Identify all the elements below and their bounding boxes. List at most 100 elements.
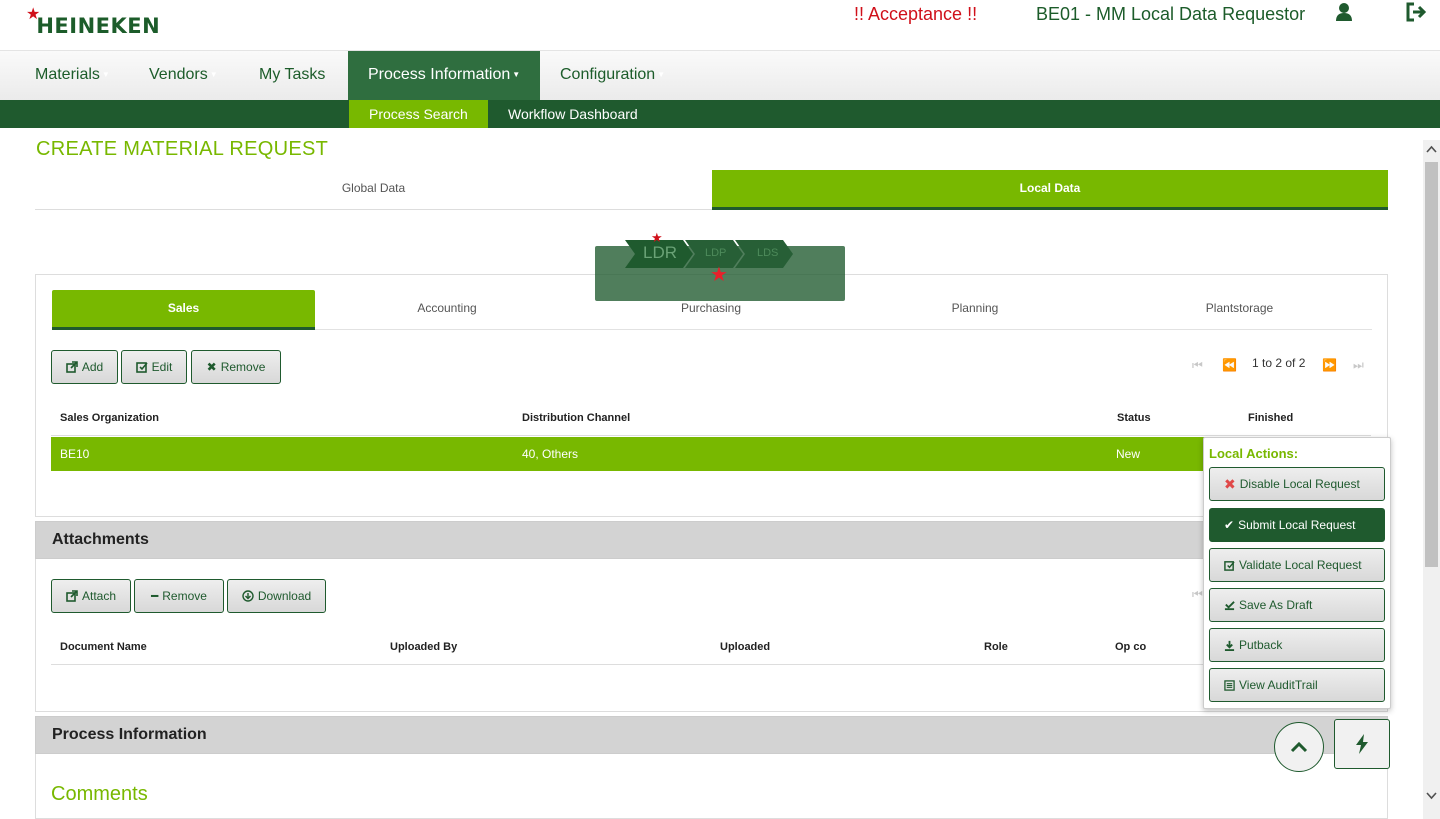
caret-down-icon: ▼ (657, 70, 666, 79)
tab-sales[interactable]: Sales (52, 290, 315, 330)
download-button[interactable]: Download (227, 579, 326, 613)
prev-page-icon[interactable]: ⏪ (1222, 359, 1237, 371)
submenu-workflow-dashboard[interactable]: Workflow Dashboard (488, 100, 658, 128)
remove-button[interactable]: ✖ Remove (191, 350, 281, 384)
cell-status: New (1116, 447, 1141, 461)
star-icon: ★ (651, 230, 663, 245)
user-role-label: BE01 - MM Local Data Requestor (1036, 4, 1306, 24)
attach-button-label: Attach (81, 589, 117, 603)
scroll-down-arrow-icon[interactable] (1423, 789, 1440, 806)
local-actions-panel: Local Actions: ✖ Disable Local Request ✔… (1203, 437, 1391, 709)
chevron-up-icon (1290, 741, 1308, 753)
remove-attachment-label: Remove (162, 589, 207, 603)
list-icon (1224, 679, 1235, 691)
caret-down-icon: ▼ (101, 70, 110, 79)
process-information-body (35, 754, 1388, 819)
download-icon (1224, 640, 1235, 651)
col-finished[interactable]: Finished (1248, 412, 1293, 424)
cell-sales-org: BE10 (60, 447, 90, 461)
view-audit-trail-button[interactable]: View AuditTrail (1209, 668, 1385, 702)
workflow-step-lds: LDS (757, 247, 779, 259)
edit-icon (135, 362, 148, 373)
environment-label: !! Acceptance !! (854, 4, 978, 24)
col-status[interactable]: Status (1117, 412, 1151, 424)
tab-plantstorage[interactable]: Plantstorage (1107, 290, 1372, 328)
edit-button-label: Edit (151, 360, 173, 374)
user-icon[interactable] (1335, 2, 1353, 22)
add-button-label: Add (81, 360, 104, 374)
tab-local-data[interactable]: Local Data (712, 170, 1388, 210)
col-document-name[interactable]: Document Name (60, 641, 147, 653)
check-square-icon (1224, 560, 1235, 571)
process-information-header[interactable]: Process Information (35, 716, 1388, 754)
x-red-icon: ✖ (1224, 475, 1236, 492)
attach-button[interactable]: Attach (51, 579, 131, 613)
x-icon: ✖ (206, 360, 217, 374)
attachments-header[interactable]: Attachments (35, 521, 1388, 559)
menu-label: My Tasks (259, 66, 326, 83)
scrollbar-thumb[interactable] (1425, 162, 1438, 567)
comments-title: Comments (51, 783, 148, 805)
process-information-title: Process Information (52, 726, 207, 743)
disable-local-request-label: Disable Local Request (1239, 477, 1360, 491)
check-icon: ✔ (1224, 518, 1235, 532)
remove-attachment-button[interactable]: ━ Remove (134, 579, 224, 613)
col-uploaded[interactable]: Uploaded (720, 641, 770, 653)
tab-accounting[interactable]: Accounting (315, 290, 579, 328)
sub-menu: Process Search Workflow Dashboard (0, 100, 1440, 128)
logout-icon[interactable] (1405, 2, 1427, 22)
table-header-divider (51, 664, 1371, 665)
caret-down-icon: ▼ (209, 70, 218, 79)
col-op-co[interactable]: Op co (1115, 641, 1146, 653)
menu-label: Configuration (560, 66, 656, 84)
validate-local-request-button[interactable]: Validate Local Request (1209, 548, 1385, 582)
tab-planning[interactable]: Planning (843, 290, 1107, 328)
menu-item-process-information[interactable]: Process Information ▼ (348, 51, 540, 101)
col-uploaded-by[interactable]: Uploaded By (390, 641, 457, 653)
external-link-icon (66, 361, 78, 373)
main-menu: Materials ▼ Vendors ▼ My Tasks Process Inf… (0, 50, 1440, 101)
menu-item-materials[interactable]: Materials ▼ (15, 51, 130, 101)
submit-local-request-button[interactable]: ✔ Submit Local Request (1209, 508, 1385, 542)
local-actions-title: Local Actions: (1209, 446, 1299, 461)
putback-button[interactable]: Putback (1209, 628, 1385, 662)
putback-label: Putback (1239, 638, 1283, 652)
edit-button[interactable]: Edit (121, 350, 187, 384)
quick-actions-button[interactable] (1334, 719, 1390, 769)
pager-text: 1 to 2 of 2 (1252, 356, 1306, 370)
top-header: ★ HEINEKEN !! Acceptance !! BE01 - MM Lo… (0, 0, 1440, 50)
last-page-icon[interactable]: ⏭ (1353, 359, 1365, 371)
col-sales-organization[interactable]: Sales Organization (60, 412, 159, 424)
first-page-icon[interactable]: ⏮ (1192, 359, 1204, 371)
workflow-indicator: LDR LDP LDS ★ ★ (595, 230, 845, 301)
submenu-process-search[interactable]: Process Search (349, 100, 488, 128)
data-tabs: Global Data Local Data (35, 170, 1388, 210)
submit-local-request-label: Submit Local Request (1238, 518, 1356, 532)
add-button[interactable]: Add (51, 350, 118, 384)
cell-channel: 40, Others (522, 447, 579, 461)
remove-button-label: Remove (220, 360, 266, 374)
view-audit-trail-label: View AuditTrail (1239, 678, 1318, 692)
scroll-top-button[interactable] (1274, 722, 1324, 772)
table-row[interactable] (51, 437, 1371, 471)
logo-text: HEINEKEN (36, 14, 161, 38)
col-role[interactable]: Role (984, 641, 1008, 653)
menu-item-configuration[interactable]: Configuration ▼ (540, 51, 685, 101)
heineken-logo[interactable]: ★ HEINEKEN (26, 7, 161, 39)
disable-local-request-button[interactable]: ✖ Disable Local Request (1209, 467, 1385, 501)
scroll-up-arrow-icon[interactable] (1423, 142, 1440, 159)
validate-local-request-label: Validate Local Request (1239, 558, 1362, 572)
menu-item-my-tasks[interactable]: My Tasks (239, 51, 345, 101)
col-distribution-channel[interactable]: Distribution Channel (522, 412, 630, 424)
bolt-icon (1356, 734, 1368, 754)
menu-item-vendors[interactable]: Vendors ▼ (129, 51, 238, 101)
star-icon: ★ (710, 264, 728, 286)
menu-label: Materials (35, 66, 100, 84)
table-header-divider (51, 435, 1371, 436)
tab-global-data[interactable]: Global Data (35, 170, 712, 208)
download-button-label: Download (257, 589, 312, 603)
minus-icon: ━ (151, 589, 159, 603)
save-as-draft-button[interactable]: Save As Draft (1209, 588, 1385, 622)
attachments-title: Attachments (52, 531, 149, 548)
next-page-icon[interactable]: ⏩ (1322, 359, 1337, 371)
